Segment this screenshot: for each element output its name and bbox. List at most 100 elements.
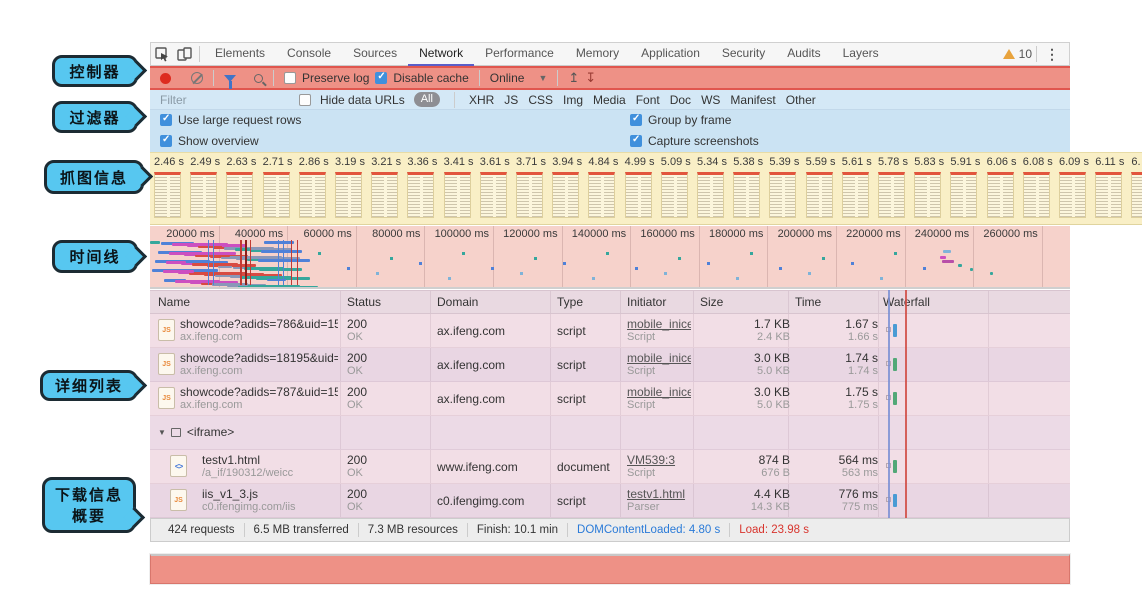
tab-network[interactable]: Network xyxy=(408,42,475,66)
filmstrip-thumbnail[interactable] xyxy=(190,172,218,218)
filter-type-doc[interactable]: Doc xyxy=(670,93,691,107)
request-name[interactable]: showcode?adids=786&uid=1565... xyxy=(180,317,338,331)
table-row[interactable]: JSshowcode?adids=786&uid=1565...ax.ifeng… xyxy=(150,314,1070,348)
filmstrip-frame[interactable]: 5.59 s xyxy=(805,153,842,218)
filmstrip-frame[interactable]: 5.39 s xyxy=(769,153,805,218)
filmstrip-thumbnail[interactable] xyxy=(1095,172,1123,218)
filter-type-manifest[interactable]: Manifest xyxy=(730,93,775,107)
filmstrip-thumbnail[interactable] xyxy=(298,172,326,218)
filmstrip-thumbnail[interactable] xyxy=(588,172,616,218)
throttling-dropdown[interactable]: Online ▼ xyxy=(490,71,548,85)
request-name[interactable]: testv1.html xyxy=(202,453,360,467)
table-row[interactable]: JSshowcode?adids=18195&uid=15...ax.ifeng… xyxy=(150,348,1070,382)
column-header-size[interactable]: Size xyxy=(700,295,723,309)
tab-application[interactable]: Application xyxy=(630,42,711,66)
initiator-link[interactable]: testv1.html xyxy=(627,487,691,501)
filmstrip-frame[interactable]: 5.91 s xyxy=(950,153,986,218)
filmstrip-thumbnail[interactable] xyxy=(950,172,978,218)
use-large-request-rows-checkbox[interactable] xyxy=(160,113,172,126)
filmstrip-frame[interactable]: 5.09 s xyxy=(660,153,697,218)
initiator-link[interactable]: mobile_inice... xyxy=(627,317,691,331)
filter-type-js[interactable]: JS xyxy=(504,93,518,107)
filmstrip-thumbnail[interactable] xyxy=(371,172,399,218)
hide-data-urls-checkbox[interactable] xyxy=(299,93,311,106)
console-drawer-bar[interactable] xyxy=(150,554,1070,584)
initiator-link[interactable]: VM539:3 xyxy=(627,453,691,467)
filmstrip-thumbnail[interactable] xyxy=(841,172,869,218)
capture-screenshots-checkbox[interactable] xyxy=(630,134,642,147)
filmstrip-thumbnail[interactable] xyxy=(407,172,435,218)
filter-type-all[interactable]: All xyxy=(413,92,440,107)
initiator-link[interactable]: mobile_inice... xyxy=(627,385,691,399)
filmstrip-thumbnail[interactable] xyxy=(552,172,580,218)
inspect-element-icon[interactable] xyxy=(151,43,173,65)
filter-type-css[interactable]: CSS xyxy=(528,93,553,107)
filmstrip-frame[interactable]: 3.36 s xyxy=(407,153,443,218)
timeline-overview[interactable]: 20000 ms 40000 ms 60000 ms 80000 ms 100000 m… xyxy=(150,226,1070,289)
filmstrip-thumbnail[interactable] xyxy=(914,172,942,218)
tab-elements[interactable]: Elements xyxy=(204,42,276,66)
filmstrip-frame[interactable]: 2.71 s xyxy=(262,153,299,218)
filmstrip-thumbnail[interactable] xyxy=(986,172,1014,218)
column-header-initiator[interactable]: Initiator xyxy=(627,295,666,309)
filmstrip-frame[interactable]: 3.19 s xyxy=(335,153,371,218)
filmstrip-frame[interactable]: 5.83 s xyxy=(914,153,950,218)
tab-audits[interactable]: Audits xyxy=(776,42,831,66)
table-row[interactable]: ▼ <iframe> xyxy=(150,416,1070,450)
warning-badge[interactable]: 10 xyxy=(1002,47,1032,61)
column-header-domain[interactable]: Domain xyxy=(437,295,478,309)
more-menu-icon[interactable]: ⋮ xyxy=(1041,46,1063,63)
import-har-icon[interactable]: ↥ xyxy=(568,70,579,86)
filter-type-img[interactable]: Img xyxy=(563,93,583,107)
table-row[interactable]: JS iis_v1_3.js c0.ifengimg.com/iis 200 OK c0.… xyxy=(150,484,1070,518)
filmstrip-frame[interactable]: 2.63 s xyxy=(226,153,262,218)
group-by-frame-checkbox[interactable] xyxy=(630,113,642,126)
filmstrip-frame[interactable]: 5.34 s xyxy=(697,153,733,218)
filmstrip-frame[interactable]: 3.21 s xyxy=(371,153,407,218)
filter-type-xhr[interactable]: XHR xyxy=(469,93,494,107)
show-overview-checkbox[interactable] xyxy=(160,134,172,147)
filmstrip-thumbnail[interactable] xyxy=(1059,172,1086,218)
filmstrip-thumbnail[interactable] xyxy=(262,172,290,218)
column-header-status[interactable]: Status xyxy=(347,295,381,309)
clear-icon[interactable] xyxy=(191,72,203,84)
filmstrip-frame[interactable]: 2.46 s xyxy=(154,153,190,218)
tab-performance[interactable]: Performance xyxy=(474,42,565,66)
filter-input[interactable]: Filter xyxy=(160,93,290,107)
filmstrip-frame[interactable]: 4.99 s xyxy=(624,153,661,218)
filmstrip-frame[interactable]: 6.08 s xyxy=(1022,153,1059,218)
request-name[interactable]: showcode?adids=18195&uid=15... xyxy=(180,351,338,365)
filmstrip-thumbnail[interactable] xyxy=(154,172,181,218)
filmstrip-frame[interactable]: 2.86 s xyxy=(298,153,335,218)
column-header-type[interactable]: Type xyxy=(557,295,583,309)
filmstrip-thumbnail[interactable] xyxy=(443,172,471,218)
filmstrip-frame[interactable]: 2.49 s xyxy=(190,153,226,218)
initiator-link[interactable]: mobile_inice... xyxy=(627,351,691,365)
filter-funnel-icon[interactable] xyxy=(224,74,236,89)
filmstrip-thumbnail[interactable] xyxy=(660,172,688,218)
filmstrip-frame[interactable]: 6.11 s xyxy=(1095,153,1131,218)
table-row[interactable]: <> testv1.html/a_if/190312/weicc 200 OK www.… xyxy=(150,450,1070,484)
filmstrip-thumbnail[interactable] xyxy=(516,172,543,218)
disclosure-triangle-icon[interactable]: ▼ xyxy=(158,428,166,437)
disable-cache-checkbox[interactable] xyxy=(375,71,388,84)
filter-type-other[interactable]: Other xyxy=(786,93,816,107)
export-har-icon[interactable]: ↧ xyxy=(585,70,596,86)
preserve-log-checkbox[interactable] xyxy=(284,72,296,84)
filmstrip-thumbnail[interactable] xyxy=(697,172,724,218)
filmstrip-frame[interactable]: 5.38 s xyxy=(733,153,769,218)
column-header-time[interactable]: Time xyxy=(795,295,821,309)
filmstrip-frame[interactable]: 5.78 s xyxy=(878,153,914,218)
filmstrip-frame[interactable]: 3.94 s xyxy=(552,153,588,218)
filmstrip-frame[interactable]: 6.06 s xyxy=(986,153,1023,218)
filmstrip-thumbnail[interactable] xyxy=(479,172,507,218)
tab-security[interactable]: Security xyxy=(711,42,776,66)
filmstrip-frame[interactable]: 3.41 s xyxy=(443,153,480,218)
filmstrip-thumbnail[interactable] xyxy=(805,172,833,218)
filter-type-media[interactable]: Media xyxy=(593,93,626,107)
tab-console[interactable]: Console xyxy=(276,42,342,66)
filter-type-font[interactable]: Font xyxy=(636,93,660,107)
tab-layers[interactable]: Layers xyxy=(832,42,890,66)
tab-memory[interactable]: Memory xyxy=(565,42,630,66)
device-toolbar-icon[interactable] xyxy=(173,43,195,65)
